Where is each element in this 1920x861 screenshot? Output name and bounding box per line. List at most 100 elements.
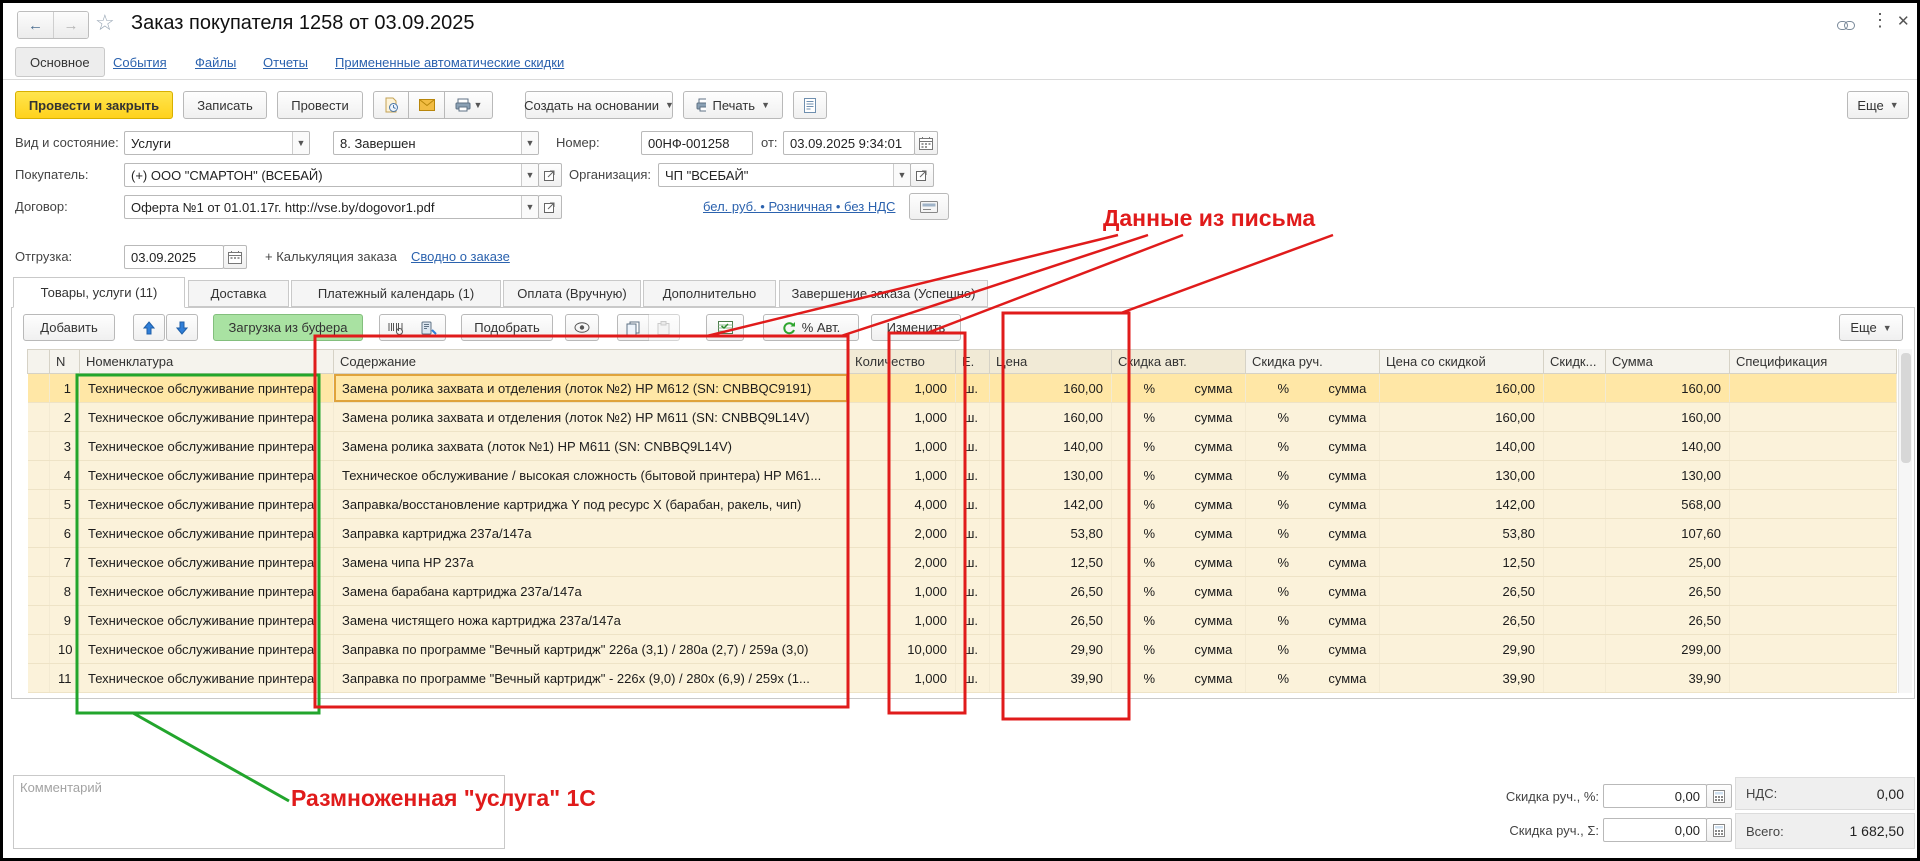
cell-price-discounted[interactable]: 142,00 [1380, 490, 1544, 519]
col-nomenclature[interactable]: Номенклатура [80, 350, 334, 374]
cell-nomenclature[interactable]: Техническое обслуживание принтера [80, 403, 334, 432]
contract-select[interactable]: Оферта №1 от 01.01.17г. http://vse.by/do… [124, 195, 539, 219]
tab-files[interactable]: Файлы [195, 55, 236, 70]
cell-discount-auto[interactable]: %сумма [1112, 577, 1246, 606]
cell-nomenclature[interactable]: Техническое обслуживание принтера [80, 461, 334, 490]
table-row[interactable]: 9Техническое обслуживание принтераЗамена… [28, 606, 1897, 635]
date-field[interactable]: 03.09.2025 9:34:01 [783, 131, 915, 155]
cell-discount-manual[interactable]: %сумма [1246, 606, 1380, 635]
table-row[interactable]: 1Техническое обслуживание принтераЗамена… [28, 374, 1897, 403]
col-marker[interactable] [28, 350, 50, 374]
cell-price-discounted[interactable]: 26,50 [1380, 606, 1544, 635]
cell-price[interactable]: 26,50 [990, 577, 1112, 606]
cell-qty[interactable]: 1,000 [849, 403, 956, 432]
create-based-on-button[interactable]: Создать на основании▼ [525, 91, 673, 119]
add-row-button[interactable]: Добавить [23, 314, 115, 341]
vertical-scrollbar[interactable] [1898, 349, 1912, 693]
col-price-discounted[interactable]: Цена со скидкой [1380, 350, 1544, 374]
cell-sum[interactable]: 107,60 [1606, 519, 1730, 548]
cell-price-discounted[interactable]: 140,00 [1380, 432, 1544, 461]
cell-n[interactable]: 3 [50, 432, 80, 461]
cell-sum[interactable]: 140,00 [1606, 432, 1730, 461]
shipment-date-field[interactable]: 03.09.2025 [124, 245, 224, 269]
cell-sum[interactable]: 25,00 [1606, 548, 1730, 577]
table-row[interactable]: 5Техническое обслуживание принтераЗаправ… [28, 490, 1897, 519]
cell-qty[interactable]: 10,000 [849, 635, 956, 664]
cell-discount-manual[interactable]: %сумма [1246, 548, 1380, 577]
cell-discount-manual[interactable]: %сумма [1246, 432, 1380, 461]
col-content[interactable]: Содержание [334, 350, 849, 374]
report-doc-icon-button[interactable] [793, 91, 827, 119]
cell-marker[interactable] [28, 490, 50, 519]
cell-unit[interactable]: ш. [956, 519, 990, 548]
cell-discount-auto[interactable]: %сумма [1112, 490, 1246, 519]
cell-specification[interactable] [1730, 664, 1897, 693]
cell-discount-auto[interactable]: %сумма [1112, 403, 1246, 432]
cell-discount-short[interactable] [1544, 635, 1606, 664]
cell-specification[interactable] [1730, 403, 1897, 432]
cell-n[interactable]: 7 [50, 548, 80, 577]
chevron-down-icon[interactable]: ▼ [521, 196, 538, 218]
cell-unit[interactable]: ш. [956, 374, 990, 403]
doc-tab-goods[interactable]: Товары, услуги (11) [13, 277, 185, 308]
cell-discount-short[interactable] [1544, 432, 1606, 461]
cell-n[interactable]: 11 [50, 664, 80, 693]
cell-discount-manual[interactable]: %сумма [1246, 664, 1380, 693]
cell-n[interactable]: 4 [50, 461, 80, 490]
cell-content[interactable]: Заправка по программе "Вечный картридж" … [334, 664, 849, 693]
cell-marker[interactable] [28, 635, 50, 664]
edit-button[interactable]: Изменить [871, 314, 961, 341]
cell-specification[interactable] [1730, 577, 1897, 606]
organization-select[interactable]: ЧП "ВСЕБАЙ"▼ [658, 163, 911, 187]
cell-discount-short[interactable] [1544, 548, 1606, 577]
cell-specification[interactable] [1730, 490, 1897, 519]
forward-arrow-icon[interactable]: → [53, 12, 88, 38]
cell-price-discounted[interactable]: 12,50 [1380, 548, 1544, 577]
email-icon[interactable] [409, 91, 445, 119]
manual-discount-pct-field[interactable]: 0,00 [1603, 784, 1707, 808]
cell-nomenclature[interactable]: Техническое обслуживание принтера [80, 577, 334, 606]
tab-reports[interactable]: Отчеты [263, 55, 308, 70]
cell-unit[interactable]: ш. [956, 432, 990, 461]
recalc-auto-discount-button[interactable]: % Авт. [763, 314, 859, 341]
cell-n[interactable]: 5 [50, 490, 80, 519]
table-row[interactable]: 4Техническое обслуживание принтераТехнич… [28, 461, 1897, 490]
cell-discount-auto[interactable]: %сумма [1112, 635, 1246, 664]
payment-card-button[interactable] [909, 193, 949, 220]
cell-sum[interactable]: 160,00 [1606, 403, 1730, 432]
cell-nomenclature[interactable]: Техническое обслуживание принтера [80, 635, 334, 664]
cell-discount-manual[interactable]: %сумма [1246, 635, 1380, 664]
cell-marker[interactable] [28, 548, 50, 577]
cell-discount-auto[interactable]: %сумма [1112, 548, 1246, 577]
favorite-star-icon[interactable]: ☆ [95, 10, 115, 36]
table-row[interactable]: 2Техническое обслуживание принтераЗамена… [28, 403, 1897, 432]
cell-price[interactable]: 160,00 [990, 403, 1112, 432]
chevron-down-icon[interactable]: ▼ [521, 132, 538, 154]
cell-specification[interactable] [1730, 519, 1897, 548]
cell-specification[interactable] [1730, 606, 1897, 635]
col-discount-manual[interactable]: Скидка руч. [1246, 350, 1380, 374]
cell-discount-manual[interactable]: %сумма [1246, 490, 1380, 519]
cell-price-discounted[interactable]: 160,00 [1380, 403, 1544, 432]
cell-nomenclature[interactable]: Техническое обслуживание принтера [80, 374, 334, 403]
cell-qty[interactable]: 1,000 [849, 664, 956, 693]
cell-price-discounted[interactable]: 160,00 [1380, 374, 1544, 403]
cell-unit[interactable]: ш. [956, 548, 990, 577]
cell-specification[interactable] [1730, 635, 1897, 664]
quick-print-icon[interactable]: ▼ [445, 91, 493, 119]
cell-unit[interactable]: ш. [956, 606, 990, 635]
price-type-link[interactable]: бел. руб. • Розничная • без НДС [703, 199, 895, 214]
tab-events[interactable]: События [113, 55, 167, 70]
cell-nomenclature[interactable]: Техническое обслуживание принтера [80, 548, 334, 577]
link-icon[interactable] [1837, 17, 1855, 35]
cell-unit[interactable]: ш. [956, 403, 990, 432]
doc-tab-payment[interactable]: Оплата (Вручную) [503, 280, 641, 307]
cell-content[interactable]: Заправка картриджа 237а/147а [334, 519, 849, 548]
cell-sum[interactable]: 130,00 [1606, 461, 1730, 490]
customer-select[interactable]: (+) ООО "СМАРТОН" (ВСЕБАЙ)▼ [124, 163, 539, 187]
cell-price[interactable]: 29,90 [990, 635, 1112, 664]
cell-discount-auto[interactable]: %сумма [1112, 374, 1246, 403]
cell-sum[interactable]: 160,00 [1606, 374, 1730, 403]
cell-nomenclature[interactable]: Техническое обслуживание принтера [80, 519, 334, 548]
kind-select[interactable]: Услуги▼ [124, 131, 310, 155]
